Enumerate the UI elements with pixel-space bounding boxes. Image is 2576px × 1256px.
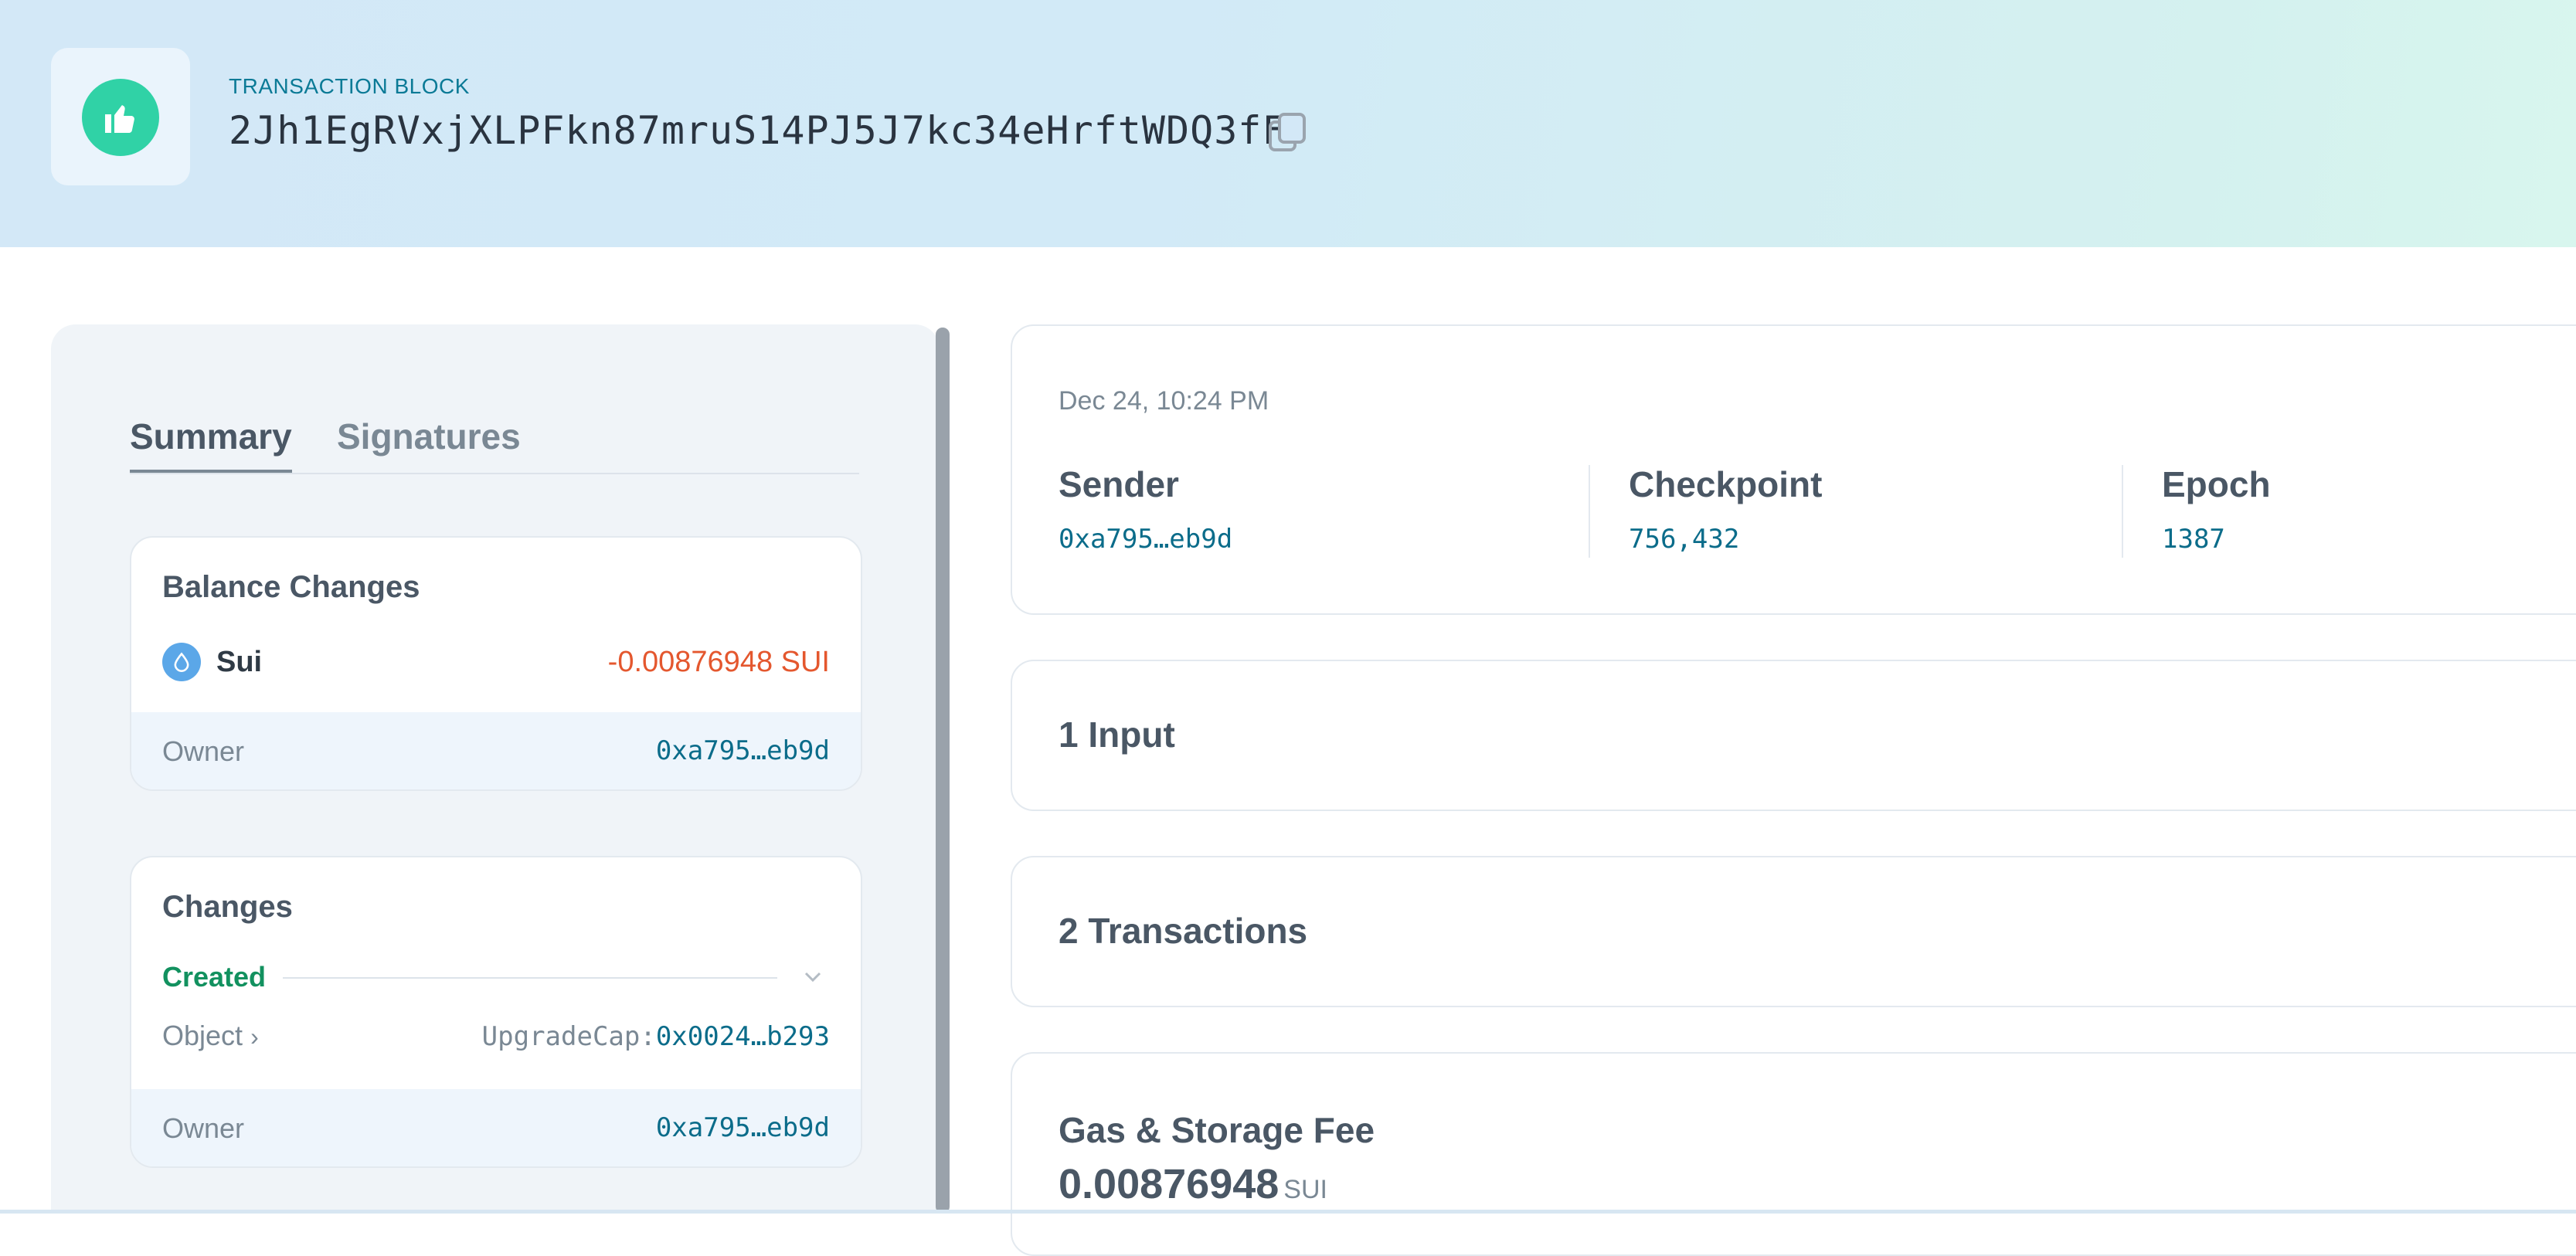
gas-fee-card: Gas & Storage Fee 0.00876948 SUI — [1011, 1052, 2576, 1256]
copy-digest-button[interactable] — [1267, 111, 1309, 153]
chevron-down-icon — [804, 972, 821, 983]
collapse-created-button[interactable] — [800, 964, 825, 993]
owner-label: Owner — [162, 1112, 245, 1144]
transaction-header: TRANSACTION BLOCK 2Jh1EgRVxjXLPFkn87mruS… — [0, 0, 2576, 247]
sui-drop-icon — [162, 643, 201, 681]
divider — [2122, 465, 2123, 558]
inputs-title: 1 Input — [1059, 715, 1175, 755]
object-label: Object — [162, 1020, 243, 1051]
success-status-badge — [82, 79, 159, 156]
balance-owner-row: Owner 0xa795…eb9d — [131, 712, 861, 789]
panel-resize-handle[interactable] — [936, 328, 950, 1214]
changes-card: Changes Created Object › UpgradeCap:0x00… — [130, 856, 862, 1168]
sender-address-link[interactable]: 0xa795…eb9d — [1059, 524, 1232, 555]
sender-label: Sender — [1059, 464, 1179, 504]
transaction-block-label: TRANSACTION BLOCK — [229, 74, 470, 98]
created-object: UpgradeCap:0x0024…b293 — [482, 1021, 830, 1052]
checkpoint-link[interactable]: 756,432 — [1629, 524, 1739, 555]
summary-panel: Summary Signatures Balance Changes Sui -… — [51, 324, 940, 1214]
active-tab-indicator — [130, 470, 292, 473]
tab-bar: Summary Signatures — [130, 402, 859, 474]
copy-icon — [1269, 113, 1306, 151]
epoch-label: Epoch — [2162, 464, 2271, 504]
balance-amount: -0.00876948 SUI — [607, 646, 830, 678]
balance-changes-card: Balance Changes Sui -0.00876948 SUI Owne… — [130, 536, 862, 791]
object-expand-toggle[interactable]: Object › — [162, 1020, 259, 1052]
tab-signatures[interactable]: Signatures — [337, 416, 521, 457]
transactions-card[interactable]: 2 Transactions — [1011, 856, 2576, 1007]
timestamp: Dec 24, 10:24 PM — [1059, 386, 1269, 416]
thumbs-up-icon — [105, 105, 134, 133]
changes-owner-row: Owner 0xa795…eb9d — [131, 1089, 861, 1166]
tab-summary[interactable]: Summary — [130, 416, 292, 457]
gas-fee-amount: 0.00876948 — [1059, 1161, 1280, 1207]
divider — [1589, 465, 1590, 558]
created-section-label: Created — [162, 961, 267, 993]
inputs-card[interactable]: 1 Input — [1011, 660, 2576, 811]
transaction-digest[interactable]: 2Jh1EgRVxjXLPFkn87mruS14PJ5J7kc34eHrftWD… — [229, 108, 1286, 153]
transactions-title: 2 Transactions — [1059, 911, 1308, 951]
transaction-details-card: Dec 24, 10:24 PM Sender 0xa795…eb9d Chec… — [1011, 324, 2576, 615]
epoch-link[interactable]: 1387 — [2162, 524, 2225, 555]
balance-changes-title: Balance Changes — [162, 570, 420, 604]
changes-title: Changes — [162, 890, 293, 924]
coin-name: Sui — [216, 646, 263, 678]
owner-label: Owner — [162, 735, 245, 767]
owner-address-link[interactable]: 0xa795…eb9d — [656, 1112, 830, 1143]
gas-fee-unit: SUI — [1283, 1175, 1327, 1204]
chevron-right-icon: › — [250, 1023, 259, 1051]
object-type: UpgradeCap: — [481, 1021, 656, 1052]
status-tile — [51, 48, 190, 185]
section-divider — [283, 977, 777, 979]
bottom-edge — [0, 1210, 2576, 1214]
checkpoint-label: Checkpoint — [1629, 464, 1823, 504]
gas-fee-value: 0.00876948 SUI — [1059, 1160, 1327, 1208]
object-id-link[interactable]: 0x0024…b293 — [656, 1021, 830, 1052]
water-drop-icon — [174, 652, 189, 672]
owner-address-link[interactable]: 0xa795…eb9d — [656, 735, 830, 766]
gas-fee-title: Gas & Storage Fee — [1059, 1110, 1375, 1150]
